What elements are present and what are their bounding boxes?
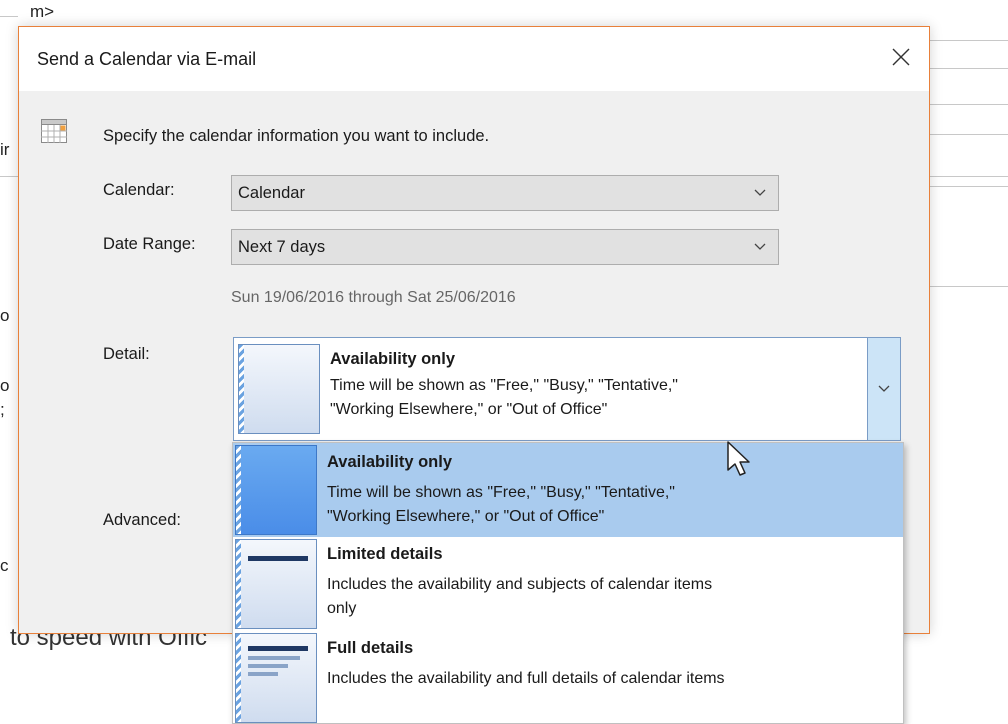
advanced-label: Advanced:	[103, 511, 181, 529]
mouse-pointer-icon	[727, 441, 750, 476]
close-button[interactable]	[879, 37, 923, 77]
option-full-details[interactable]: Full details Includes the availability a…	[233, 631, 903, 723]
option-desc-line1: Includes the availability and subjects o…	[327, 576, 713, 593]
instruction-text: Specify the calendar information you wan…	[103, 127, 490, 145]
thumbnail-stripe	[236, 540, 241, 628]
bg-divider	[930, 286, 1008, 287]
chevron-down-icon	[754, 189, 766, 196]
detail-selected-desc-line1: Time will be shown as "Free," "Busy," "T…	[330, 377, 678, 394]
detail-selected-desc-line2: "Working Elsewhere," or "Out of Office"	[330, 401, 608, 418]
thumbnail-line	[248, 672, 278, 676]
option-title: Availability only	[327, 453, 453, 471]
thumbnail-line	[248, 664, 288, 668]
detail-selected-title: Availability only	[330, 350, 456, 368]
date-range-label: Date Range:	[103, 235, 196, 253]
bg-divider	[930, 176, 1008, 177]
thumbnail-bar	[248, 646, 308, 651]
availability-thumbnail	[238, 344, 320, 434]
calendar-select[interactable]: Calendar	[231, 175, 779, 211]
bg-divider	[930, 186, 1008, 187]
option-desc-line2: "Working Elsewhere," or "Out of Office"	[327, 508, 605, 525]
calendar-select-value: Calendar	[238, 184, 305, 202]
date-range-select[interactable]: Next 7 days	[231, 229, 779, 265]
dialog-titlebar: Send a Calendar via E-mail	[19, 27, 929, 91]
option-availability-only[interactable]: Availability only Time will be shown as …	[233, 443, 903, 537]
option-desc-line2: only	[327, 600, 357, 617]
bg-divider	[930, 40, 1008, 41]
detail-dropdown-list: Availability only Time will be shown as …	[232, 442, 904, 724]
bg-divider	[0, 176, 18, 177]
detail-dropdown-button[interactable]	[867, 338, 900, 440]
thumbnail-line	[248, 656, 300, 660]
date-range-select-value: Next 7 days	[238, 238, 326, 256]
date-range-hint: Sun 19/06/2016 through Sat 25/06/2016	[231, 289, 516, 306]
bg-divider	[0, 16, 18, 17]
bg-text-fragment: m>	[30, 2, 55, 21]
option-limited-details[interactable]: Limited details Includes the availabilit…	[233, 537, 903, 631]
option-title: Limited details	[327, 545, 443, 563]
bg-text-fragment: c	[0, 556, 9, 575]
bg-divider	[930, 104, 1008, 105]
bg-text-fragment: ir	[0, 140, 10, 159]
dialog-title: Send a Calendar via E-mail	[37, 49, 257, 69]
bg-divider	[930, 134, 1008, 135]
calendar-label: Calendar:	[103, 181, 175, 199]
detail-label: Detail:	[103, 345, 150, 363]
option-title: Full details	[327, 639, 414, 657]
chevron-down-icon	[754, 243, 766, 250]
option-desc-line1: Includes the availability and full detai…	[327, 670, 725, 687]
bg-text-fragment: ;	[0, 400, 5, 419]
thumbnail-stripe	[236, 634, 241, 722]
close-icon	[892, 48, 910, 66]
option-desc-line1: Time will be shown as "Free," "Busy," "T…	[327, 484, 675, 501]
calendar-icon	[41, 119, 67, 143]
bg-text-fragment: o	[0, 376, 10, 395]
full-details-thumbnail	[235, 633, 317, 723]
bg-divider	[930, 68, 1008, 69]
detail-combobox[interactable]: Availability only Time will be shown as …	[233, 337, 901, 441]
thumbnail-bar	[248, 556, 308, 561]
availability-thumbnail	[235, 445, 317, 535]
bg-text-fragment: o	[0, 306, 10, 325]
thumbnail-stripe	[236, 446, 241, 534]
thumbnail-stripe	[239, 345, 244, 433]
limited-details-thumbnail	[235, 539, 317, 629]
chevron-down-icon	[878, 385, 890, 392]
